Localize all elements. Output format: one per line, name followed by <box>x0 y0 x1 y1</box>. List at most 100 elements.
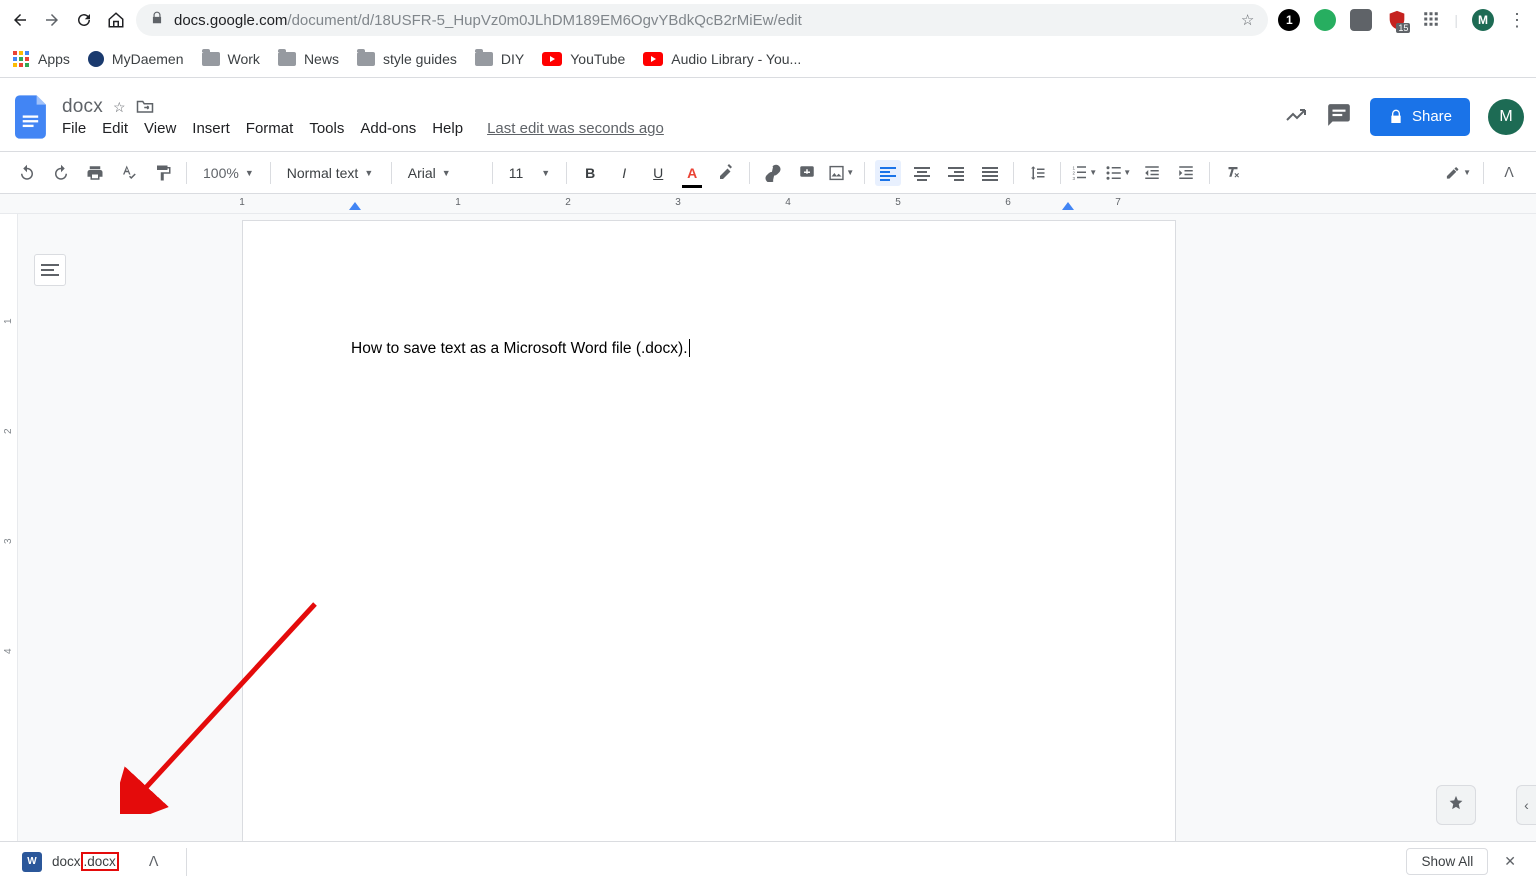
editing-mode-button[interactable]: ▼ <box>1445 160 1471 186</box>
decrease-indent-button[interactable] <box>1139 160 1165 186</box>
move-icon[interactable] <box>136 98 154 117</box>
menu-tools[interactable]: Tools <box>309 120 344 137</box>
last-edit-link[interactable]: Last edit was seconds ago <box>487 120 664 137</box>
share-button[interactable]: Share <box>1370 98 1470 136</box>
paint-format-button[interactable] <box>150 160 176 186</box>
vertical-ruler[interactable]: 1 2 3 4 <box>0 214 18 841</box>
collapse-toolbar-button[interactable]: ᐱ <box>1496 160 1522 186</box>
star-icon[interactable]: ☆ <box>113 99 126 116</box>
paragraph-style-dropdown[interactable]: Normal text▼ <box>281 165 381 181</box>
lock-icon <box>1388 109 1404 125</box>
print-button[interactable] <box>82 160 108 186</box>
spellcheck-button[interactable] <box>116 160 142 186</box>
annotation-highlight: .docx <box>81 852 119 871</box>
reload-button[interactable] <box>74 10 94 30</box>
profile-avatar[interactable]: M <box>1472 9 1494 31</box>
back-button[interactable] <box>10 10 30 30</box>
document-outline-button[interactable] <box>34 254 66 286</box>
star-icon[interactable]: ☆ <box>1241 11 1254 29</box>
horizontal-ruler[interactable]: 1 1 2 3 4 5 6 7 <box>0 194 1536 214</box>
home-button[interactable] <box>106 10 126 30</box>
redo-button[interactable] <box>48 160 74 186</box>
download-chevron-icon[interactable]: ᐱ <box>149 853 159 870</box>
highlight-button[interactable] <box>713 160 739 186</box>
document-title[interactable]: docx <box>62 96 103 118</box>
ext-gray-icon[interactable] <box>1350 9 1372 31</box>
font-size-dropdown[interactable]: 11▼ <box>503 165 556 181</box>
word-file-icon: W <box>22 852 42 872</box>
format-toolbar: 100%▼ Normal text▼ Arial▼ 11▼ B I U A ▼ … <box>0 152 1536 194</box>
nav-buttons <box>10 10 126 30</box>
explore-button[interactable] <box>1436 785 1476 825</box>
text-color-button[interactable]: A <box>679 160 705 186</box>
ext-green-icon[interactable] <box>1314 9 1336 31</box>
ext-shield-icon[interactable]: 15 <box>1386 9 1408 31</box>
address-bar[interactable]: docs.google.com/document/d/18USFR-5_HupV… <box>136 4 1268 36</box>
menu-view[interactable]: View <box>144 120 176 137</box>
bookmarks-bar: Apps MyDaemen Work News style guides DIY… <box>0 40 1536 78</box>
apps-grid-icon[interactable] <box>1422 10 1440 31</box>
share-label: Share <box>1412 108 1452 125</box>
align-right-button[interactable] <box>943 160 969 186</box>
bookmark-item[interactable]: MyDaemen <box>88 51 184 67</box>
ruler-indent-left[interactable] <box>349 202 361 210</box>
menu-file[interactable]: File <box>62 120 86 137</box>
bookmark-item[interactable]: News <box>278 51 339 67</box>
svg-text:3: 3 <box>1073 175 1076 180</box>
document-body-text[interactable]: How to save text as a Microsoft Word fil… <box>351 339 690 358</box>
comments-icon[interactable] <box>1326 102 1352 131</box>
bookmark-item[interactable]: YouTube <box>542 51 625 67</box>
youtube-icon <box>542 52 562 66</box>
font-dropdown[interactable]: Arial▼ <box>402 165 482 181</box>
bookmark-item[interactable]: Work <box>202 51 260 67</box>
insert-image-button[interactable]: ▼ <box>828 160 854 186</box>
menu-insert[interactable]: Insert <box>192 120 230 137</box>
bold-button[interactable]: B <box>577 160 603 186</box>
underline-button[interactable]: U <box>645 160 671 186</box>
browser-menu-icon[interactable]: ⋮ <box>1508 10 1526 31</box>
menu-help[interactable]: Help <box>432 120 463 137</box>
menu-bar: File Edit View Insert Format Tools Add-o… <box>62 120 664 137</box>
bulleted-list-button[interactable]: ▼ <box>1105 160 1131 186</box>
svg-text:1: 1 <box>1073 165 1076 170</box>
menu-format[interactable]: Format <box>246 120 294 137</box>
account-avatar[interactable]: M <box>1488 99 1524 135</box>
side-panel-toggle[interactable]: ‹ <box>1516 785 1536 825</box>
docs-logo-icon[interactable] <box>12 91 52 143</box>
browser-toolbar: docs.google.com/document/d/18USFR-5_HupV… <box>0 0 1536 40</box>
bookmark-item[interactable]: DIY <box>475 51 524 67</box>
apps-shortcut[interactable]: Apps <box>12 50 70 68</box>
activity-icon[interactable] <box>1284 103 1308 130</box>
ext-badge-icon[interactable]: 1 <box>1278 9 1300 31</box>
shield-count: 15 <box>1396 23 1410 33</box>
docs-header: docx ☆ File Edit View Insert Format Tool… <box>0 78 1536 152</box>
italic-button[interactable]: I <box>611 160 637 186</box>
url-text: docs.google.com/document/d/18USFR-5_HupV… <box>174 12 1231 29</box>
clear-formatting-button[interactable] <box>1220 160 1246 186</box>
insert-comment-button[interactable] <box>794 160 820 186</box>
menu-addons[interactable]: Add-ons <box>360 120 416 137</box>
show-all-downloads-button[interactable]: Show All <box>1406 848 1488 875</box>
folder-icon <box>475 52 493 66</box>
align-center-button[interactable] <box>909 160 935 186</box>
svg-text:2: 2 <box>1073 170 1076 175</box>
download-item[interactable]: W docx.docx ᐱ <box>12 846 168 878</box>
lock-icon <box>150 11 164 29</box>
align-left-button[interactable] <box>875 160 901 186</box>
document-page[interactable]: How to save text as a Microsoft Word fil… <box>242 220 1176 841</box>
menu-edit[interactable]: Edit <box>102 120 128 137</box>
undo-button[interactable] <box>14 160 40 186</box>
close-download-bar-button[interactable]: ✕ <box>1496 853 1524 870</box>
numbered-list-button[interactable]: 123▼ <box>1071 160 1097 186</box>
header-right: Share M <box>1284 98 1524 136</box>
zoom-dropdown[interactable]: 100%▼ <box>197 165 260 181</box>
download-bar: W docx.docx ᐱ Show All ✕ <box>0 841 1536 881</box>
bookmark-item[interactable]: style guides <box>357 51 457 67</box>
insert-link-button[interactable] <box>760 160 786 186</box>
bookmark-item[interactable]: Audio Library - You... <box>643 51 801 67</box>
ruler-indent-right[interactable] <box>1062 202 1074 210</box>
forward-button[interactable] <box>42 10 62 30</box>
line-spacing-button[interactable] <box>1024 160 1050 186</box>
increase-indent-button[interactable] <box>1173 160 1199 186</box>
align-justify-button[interactable] <box>977 160 1003 186</box>
